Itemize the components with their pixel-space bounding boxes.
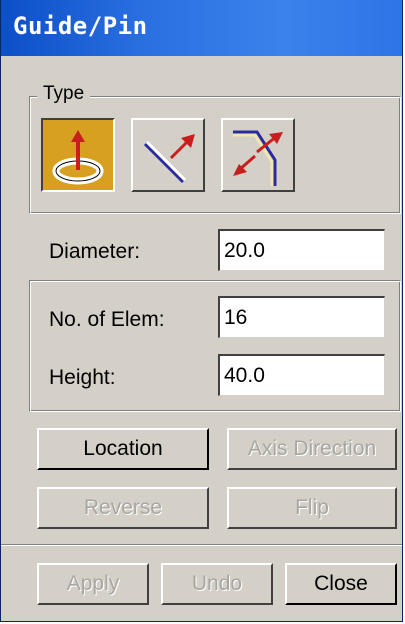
guide-pin-dialog: Guide/Pin Type Diameter: 20.0 No. of Ele… [0, 0, 403, 622]
flip-button[interactable]: Flip [227, 487, 397, 529]
title-bar[interactable]: Guide/Pin [1, 0, 402, 56]
guide-bent-type-button[interactable] [221, 118, 295, 192]
no-of-elem-label: No. of Elem: [49, 308, 165, 331]
undo-button[interactable]: Undo [161, 563, 273, 605]
height-input[interactable] [218, 354, 385, 396]
no-of-elem-input[interactable] [218, 296, 385, 338]
guide-bent-icon [233, 130, 283, 186]
axis-direction-button[interactable]: Axis Direction [227, 428, 397, 470]
reverse-button[interactable]: Reverse [37, 487, 209, 529]
guide-line-icon [143, 134, 195, 184]
location-button[interactable]: Location [37, 428, 209, 470]
footer-separator [1, 544, 402, 546]
pin-ring-icon [52, 130, 104, 185]
window-title: Guide/Pin [13, 12, 148, 40]
apply-button[interactable]: Apply [37, 563, 149, 605]
pin-type-button[interactable] [41, 118, 115, 192]
guide-line-type-button[interactable] [131, 118, 205, 192]
height-label: Height: [49, 366, 116, 389]
type-group-legend: Type [37, 83, 91, 105]
diameter-input[interactable] [218, 229, 385, 271]
close-button[interactable]: Close [285, 563, 397, 605]
diameter-label: Diameter: [49, 240, 141, 263]
